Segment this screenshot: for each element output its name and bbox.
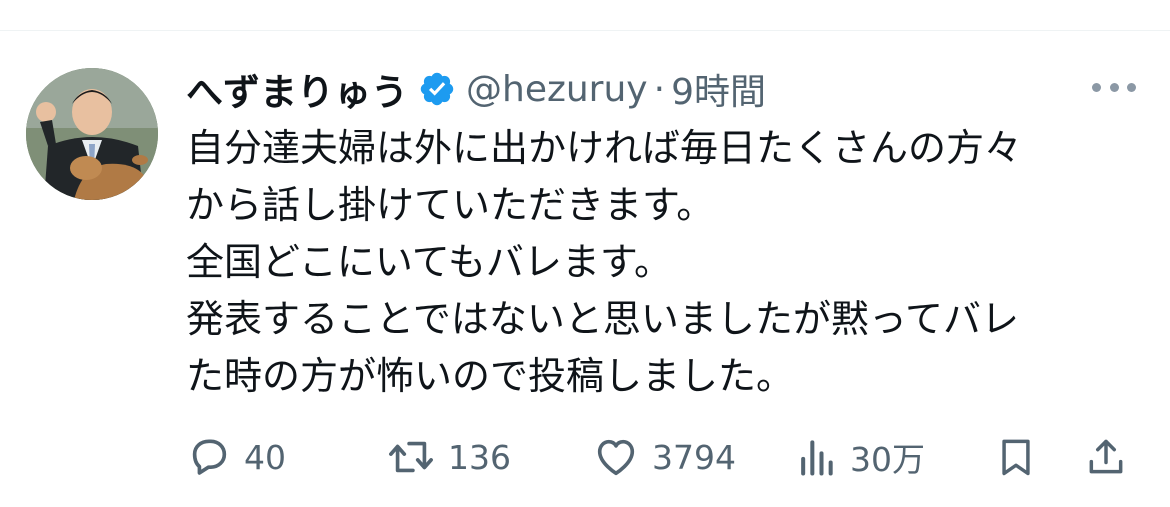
more-dot xyxy=(1127,82,1136,92)
tweet-text-line: 自分達夫婦は外に出かければ毎日たくさんの方々 xyxy=(186,126,1023,170)
views-count: 30万 xyxy=(850,440,925,479)
more-options-icon[interactable] xyxy=(1092,72,1136,102)
display-name[interactable]: へずまりゅう xyxy=(186,62,408,116)
tweet-text-line: から話し掛けていただきます。 xyxy=(186,183,715,227)
heart-icon xyxy=(592,434,640,480)
share-icon xyxy=(1084,434,1128,480)
like-button[interactable]: 3794 xyxy=(592,432,736,482)
repost-count: 136 xyxy=(448,437,511,477)
tweet-actions: 40 136 3794 30万 xyxy=(186,432,1136,482)
reply-button[interactable]: 40 xyxy=(186,432,286,482)
tweet-text-line: 発表することではないと思いましたが黙ってバレ xyxy=(186,297,1019,341)
tweet-text-line: 全国どこにいてもバレます。 xyxy=(186,240,673,284)
reply-count: 40 xyxy=(244,437,286,477)
tweet-text-line: た時の方が怖いので投稿しました。 xyxy=(186,354,795,398)
verified-badge-icon xyxy=(418,70,456,108)
tweet-header: へずまりゅう @hezuruy · 9時間 xyxy=(186,62,766,116)
bookmark-icon xyxy=(994,434,1038,480)
share-button[interactable] xyxy=(1084,432,1128,482)
repost-button[interactable]: 136 xyxy=(386,432,511,482)
views-button[interactable]: 30万 xyxy=(794,432,925,482)
repost-icon xyxy=(386,434,436,480)
separator-dot: · xyxy=(653,68,666,110)
reply-icon xyxy=(186,434,232,480)
bookmark-button[interactable] xyxy=(994,432,1038,482)
views-icon xyxy=(794,434,838,480)
top-divider xyxy=(0,30,1170,31)
more-dot xyxy=(1109,82,1119,92)
avatar[interactable] xyxy=(26,68,158,200)
author-handle[interactable]: @hezuruy xyxy=(466,69,648,110)
like-count: 3794 xyxy=(652,437,736,477)
avatar-photo xyxy=(26,68,158,200)
tweet-text: 自分達夫婦は外に出かければ毎日たくさんの方々 から話し掛けていただきます。 全国… xyxy=(186,120,1146,405)
more-dot xyxy=(1092,82,1101,92)
timestamp[interactable]: 9時間 xyxy=(671,63,766,115)
